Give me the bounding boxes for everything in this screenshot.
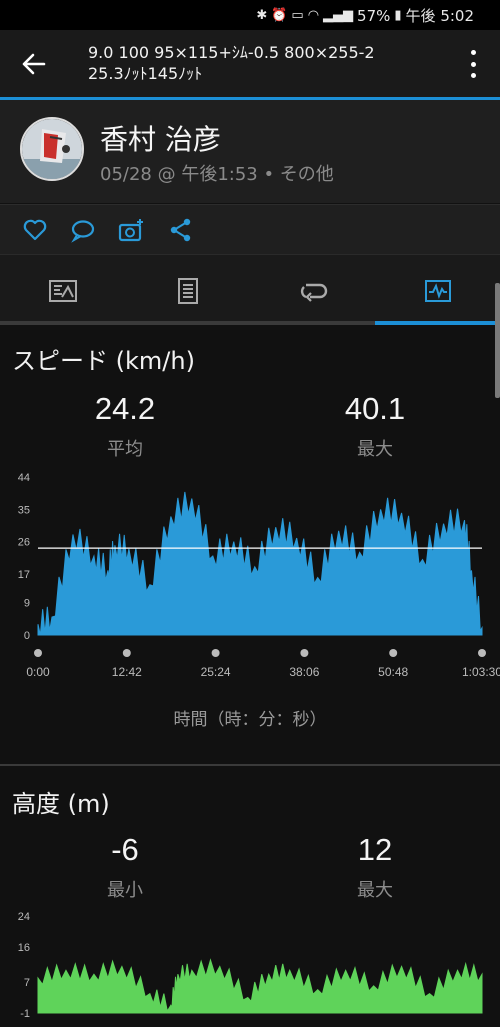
speed-area [37, 491, 483, 636]
scrollbar[interactable] [495, 283, 500, 398]
comment-button[interactable] [70, 217, 96, 243]
battery-icon: ▮ [394, 8, 402, 23]
speed-y-tick: 44 [18, 472, 30, 484]
speed-x-tick-label: 12:42 [112, 665, 142, 679]
speed-x-tick-label: 0:00 [26, 665, 50, 679]
speed-y-tick: 35 [18, 504, 30, 516]
altitude-section: 高度 (m) -6 最小 12 最大 24 16 7 -1 [0, 766, 500, 1027]
comment-icon [71, 220, 95, 243]
altitude-max-value: 12 [357, 832, 393, 867]
speed-chart: 44 35 26 17 9 0 0:00 12:42 25:24 38:06 50:48 1:03:3… [0, 465, 500, 685]
bluetooth-icon: ✱ [256, 8, 268, 23]
speed-x-tick-dot [300, 649, 309, 657]
alarm-icon: ⏰ [271, 8, 288, 23]
altitude-title: 高度 (m) [12, 790, 110, 818]
tab-laps[interactable] [250, 255, 375, 327]
altitude-area [37, 958, 483, 1014]
avatar[interactable] [20, 117, 84, 181]
altitude-min-label: 最小 [107, 880, 143, 901]
speed-x-tick-dot [389, 649, 398, 657]
speed-title: スピード (km/h) [12, 347, 195, 375]
speed-x-tick-dot [122, 649, 131, 657]
speed-chart-svg: 44 35 26 17 9 0 0:00 12:42 25:24 38:06 50:48 1:03:3… [18, 472, 500, 679]
share-button[interactable] [168, 217, 194, 243]
back-button[interactable] [18, 50, 48, 78]
speed-y-tick: 9 [24, 598, 30, 610]
tab-summary[interactable] [0, 255, 125, 327]
altitude-chart: 24 16 7 -1 [0, 906, 500, 1027]
speed-avg-label: 平均 [107, 439, 143, 460]
speed-x-tick-dot [34, 649, 42, 657]
speed-x-tick-dot [211, 649, 220, 657]
speed-y-tick: 26 [18, 537, 30, 549]
speed-x-tick-label: 25:24 [201, 665, 231, 679]
dot-icon [470, 73, 476, 78]
arrow-left-icon [22, 53, 46, 75]
like-button[interactable] [22, 217, 48, 243]
laps-tab-icon [300, 283, 327, 302]
speed-max-value: 40.1 [344, 391, 406, 426]
camera-plus-icon [118, 219, 143, 242]
dot-icon [470, 50, 476, 55]
speed-x-axis-label: 時間（時：分：秒） [173, 710, 327, 730]
user-name: 香村 治彦 [100, 123, 221, 156]
altitude-y-tick: 24 [18, 911, 30, 923]
share-icon [170, 218, 191, 242]
activity-datetime: 05/28 @ 午後1:53 • その他 [100, 164, 334, 185]
details-tab-icon [177, 278, 198, 304]
speed-section: スピード (km/h) 24.2 平均 40.1 最大 44 35 26 17 9 0 0:… [0, 325, 500, 764]
status-bar: ✱ ⏰ ▭ ◠ ▂▄▆ 57% ▮ 午後 5:02 [0, 0, 500, 30]
tab-charts[interactable] [375, 255, 500, 327]
app-bar: 9.0 100 95×115+ｼﾑ-0.5 800×255-2 25.3ﾉｯﾄ1… [0, 30, 500, 97]
wifi-icon: ◠ [307, 8, 320, 23]
add-photo-button[interactable] [118, 217, 144, 243]
clock: 午後 5:02 [405, 7, 474, 25]
profile-header: 香村 治彦 05/28 @ 午後1:53 • その他 [0, 100, 500, 203]
speed-max-label: 最大 [357, 439, 393, 460]
altitude-y-tick: -1 [20, 1008, 30, 1020]
speed-x-tick-dot [478, 649, 486, 657]
altitude-chart-svg: 24 16 7 -1 [18, 911, 483, 1020]
dot-icon [470, 61, 476, 67]
status-icons: ✱ ⏰ ▭ ◠ ▂▄▆ 57% ▮ 午後 5:02 [256, 5, 474, 26]
speed-y-tick: 17 [18, 569, 30, 581]
windsurf-photo-icon [22, 119, 82, 179]
speed-x-tick-label: 1:03:30 [462, 665, 500, 679]
altitude-min-value: -6 [111, 832, 139, 867]
speed-x-tick-label: 38:06 [289, 665, 319, 679]
volte-icon: ▭ [291, 8, 304, 23]
speed-x-tick-label: 50:48 [378, 665, 408, 679]
speed-avg-value: 24.2 [94, 391, 156, 426]
summary-tab-icon [48, 280, 77, 302]
altitude-y-tick: 7 [24, 977, 30, 989]
heart-icon [23, 219, 47, 241]
action-row [0, 204, 500, 254]
charts-tab-icon [424, 280, 451, 302]
signal-icon: ▂▄▆ [323, 8, 354, 23]
altitude-max-label: 最大 [357, 880, 393, 901]
speed-y-tick: 0 [24, 630, 30, 642]
more-options-button[interactable] [466, 50, 480, 78]
altitude-y-tick: 16 [18, 942, 30, 954]
battery-percent: 57% [357, 6, 391, 25]
detail-tabs [0, 254, 500, 326]
tab-details[interactable] [125, 255, 250, 327]
activity-title: 9.0 100 95×115+ｼﾑ-0.5 800×255-2 25.3ﾉｯﾄ1… [88, 43, 375, 83]
